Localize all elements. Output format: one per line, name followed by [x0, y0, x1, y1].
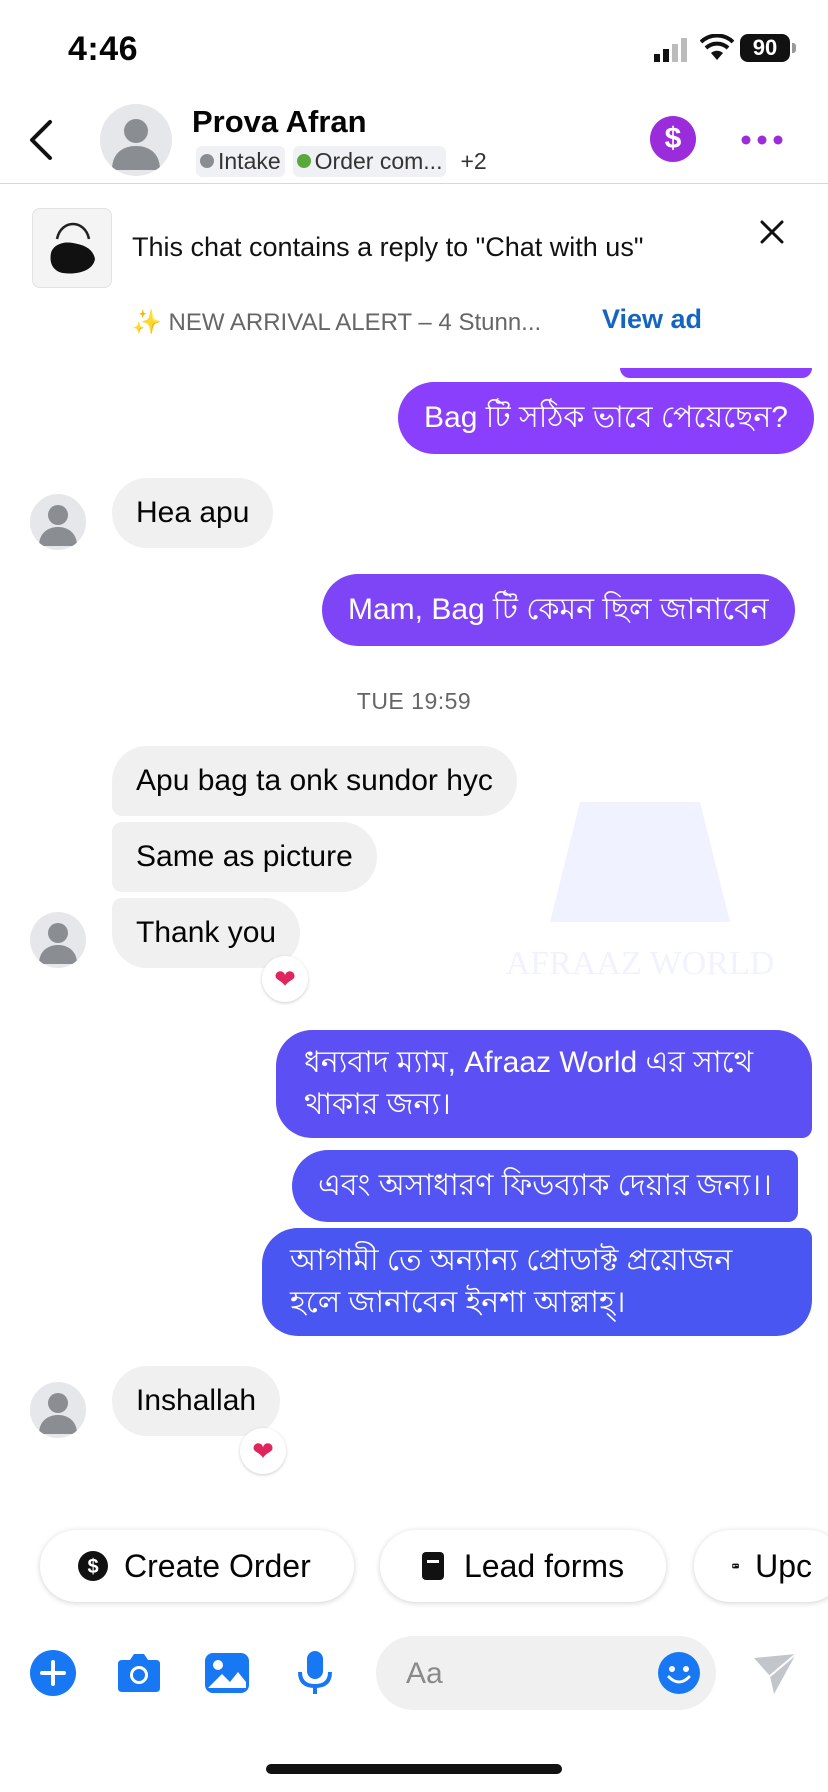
previous-message-sliver [620, 368, 812, 378]
status-time: 4:46 [68, 30, 139, 68]
quick-reply-update[interactable]: Upc [694, 1530, 828, 1602]
label-intake[interactable]: Intake [196, 145, 285, 177]
quick-reply-label: Create Order [124, 1547, 311, 1584]
microphone-icon[interactable] [290, 1648, 340, 1698]
message-outgoing[interactable]: Bag টি সঠিক ভাবে পেয়েছেন? [398, 382, 814, 454]
person-icon [112, 119, 160, 170]
camera-icon[interactable] [114, 1648, 164, 1698]
ad-subtitle: ✨ NEW ARRIVAL ALERT – 4 Stunn... [132, 309, 542, 336]
person-icon [39, 1393, 77, 1434]
message-outgoing[interactable]: ধন্যবাদ ম্যাম, Afraaz World এর সাথে থাকা… [276, 1030, 812, 1138]
label-dot [296, 154, 311, 168]
sender-avatar[interactable] [30, 912, 86, 968]
document-icon [422, 1552, 444, 1580]
quick-reply-lead-forms[interactable]: Lead forms [380, 1530, 666, 1602]
label-dot [200, 154, 214, 168]
message-incoming[interactable]: Same as picture [112, 822, 377, 892]
sender-avatar[interactable] [30, 494, 86, 550]
quick-reply-label: Upc [755, 1547, 812, 1584]
battery-icon: 90 [740, 34, 790, 62]
heart-reaction[interactable]: ❤ [240, 1428, 286, 1474]
message-input[interactable] [406, 1654, 646, 1694]
label-order[interactable]: Order com... [292, 145, 447, 177]
ad-reply-banner: This chat contains a reply to "Chat with… [0, 184, 828, 344]
gallery-icon[interactable] [202, 1648, 252, 1698]
label-text: Intake [218, 147, 281, 174]
ad-thumbnail[interactable] [32, 208, 112, 288]
message-incoming[interactable]: Hea apu [112, 478, 274, 548]
battery-tip [792, 43, 796, 53]
svg-text:AFRAAZ WORLD: AFRAAZ WORLD [506, 945, 775, 982]
person-icon [39, 923, 77, 964]
send-icon[interactable] [750, 1648, 800, 1698]
cellular-signal-icon [654, 38, 687, 62]
message-composer [0, 1630, 828, 1720]
card-icon [732, 1563, 739, 1569]
home-indicator [266, 1764, 562, 1774]
label-text: Order com... [314, 147, 443, 174]
wifi-icon [700, 34, 734, 60]
emoji-icon[interactable] [656, 1650, 702, 1696]
ad-reply-text: This chat contains a reply to "Chat with… [132, 232, 644, 262]
sender-avatar[interactable] [30, 1382, 86, 1438]
message-incoming[interactable]: Inshallah [112, 1366, 281, 1436]
message-outgoing[interactable]: এবং অসাধারণ ফিডব্যাক দেয়ার জন্য।। [292, 1150, 798, 1222]
payment-button[interactable]: $ [650, 116, 696, 162]
contact-avatar[interactable] [100, 104, 172, 176]
dollar-circle-icon: $ [78, 1551, 108, 1581]
close-icon[interactable] [756, 216, 788, 248]
handbag-icon [50, 222, 95, 274]
status-bar: 4:46 90 [0, 0, 828, 100]
heart-reaction[interactable]: ❤ [262, 956, 308, 1002]
contact-labels[interactable]: Intake Order com... +2 [196, 145, 493, 177]
message-outgoing[interactable]: আগামী তে অন্যান্য প্রোডাক্ট প্রয়োজন হলে… [262, 1228, 812, 1336]
message-timestamp: TUE 19:59 [356, 688, 472, 714]
contact-name[interactable]: Prova Afran [192, 104, 367, 140]
person-icon [39, 505, 77, 546]
back-icon[interactable] [22, 116, 62, 164]
message-incoming[interactable]: Apu bag ta onk sundor hyc [112, 746, 517, 816]
svg-text:$: $ [87, 1556, 98, 1578]
more-options-icon[interactable] [740, 128, 784, 152]
view-ad-link[interactable]: View ad [602, 304, 702, 335]
plus-icon[interactable] [28, 1648, 78, 1698]
message-input-wrapper [376, 1636, 716, 1710]
quick-reply-create-order[interactable]: $ Create Order [40, 1530, 354, 1602]
watermark-logo: AFRAAZ WORLD [506, 802, 775, 982]
message-incoming[interactable]: Thank you [112, 898, 301, 968]
chat-header: Prova Afran Intake Order com... +2 $ [0, 100, 828, 184]
more-labels-count[interactable]: +2 [454, 146, 492, 177]
quick-reply-label: Lead forms [464, 1547, 625, 1584]
message-outgoing[interactable]: Mam, Bag টি কেমন ছিল জানাবেন [322, 574, 795, 646]
